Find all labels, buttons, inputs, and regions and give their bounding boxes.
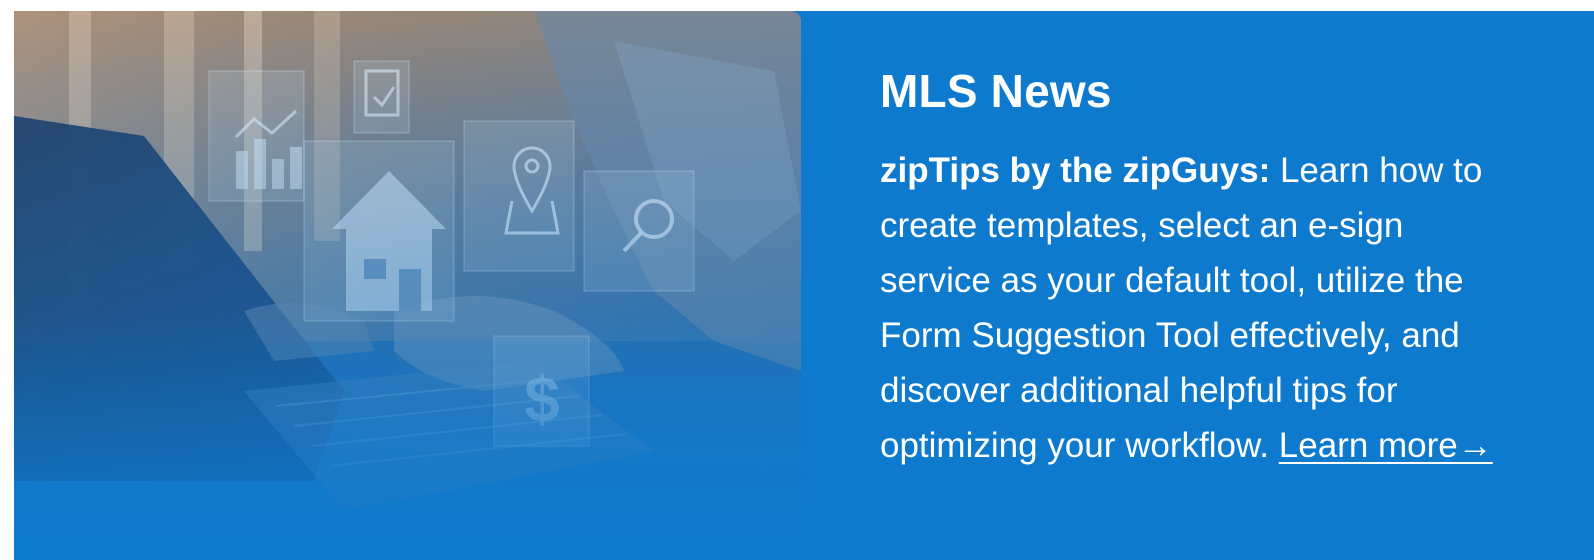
news-title: MLS News — [880, 65, 1112, 117]
news-description: Learn how to create templates, select an… — [880, 151, 1483, 465]
hero-image: $ — [14, 11, 801, 560]
mls-news-banner: $ MLS News zipTips by the zipGuys: Learn… — [14, 11, 1594, 560]
news-content: MLS News zipTips by the zipGuys: Learn h… — [880, 63, 1520, 473]
learn-more-link[interactable]: Learn more→ — [1279, 426, 1493, 465]
news-lead: zipTips by the zipGuys: — [880, 151, 1271, 190]
news-body: zipTips by the zipGuys: Learn how to cre… — [880, 143, 1520, 473]
